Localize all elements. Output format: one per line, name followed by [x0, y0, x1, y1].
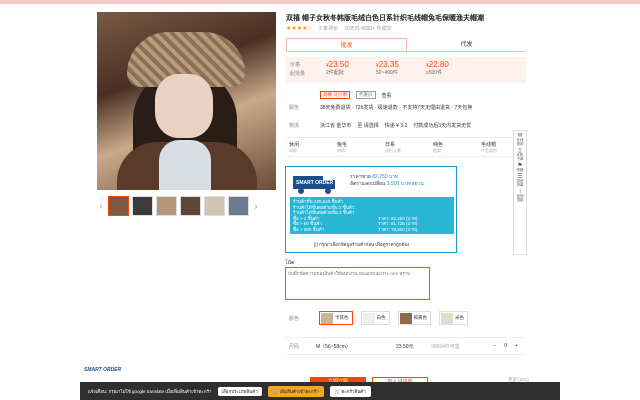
tab-dropship[interactable]: 代发	[407, 38, 526, 51]
thumbnail[interactable]	[108, 196, 129, 216]
service-badge[interactable]: 退换·订价赠	[320, 91, 350, 99]
price-tier: ¥22.80 ≥500件	[426, 57, 476, 83]
tier-info-block: ร้านค้าขั้น 225,540 ชิ้นค้า ร้านค้าได้ขั…	[290, 197, 454, 234]
thumbnail[interactable]	[180, 196, 201, 216]
add-to-cart-button[interactable]: 🛒 เพิ่มสินค้าเข้าตะกร้า	[267, 385, 324, 397]
attribute-item: 日系 流行元素	[385, 142, 401, 153]
side-toolbar: ✉ 在线咨询 ▯ 手机下单 ⚑ 举报 ☰ 加进货单 ↑ 返回顶部	[513, 130, 527, 255]
color-option[interactable]: 卡其色	[319, 311, 353, 325]
tier-qty: 2件起批	[326, 70, 344, 76]
note-textarea[interactable]	[285, 267, 430, 300]
side-item-consult[interactable]: ✉ 在线咨询	[515, 133, 525, 146]
tier-qty: 50~499件	[376, 70, 398, 76]
shipping-label: 物流	[289, 123, 300, 129]
thumbnail[interactable]	[156, 196, 177, 216]
color-label: 颜色	[289, 315, 300, 322]
rating-stars: ★★★★☆	[286, 26, 313, 32]
attribute-item: 兔毛 材质	[337, 142, 348, 153]
sale-price-label: ราคาขาย	[350, 174, 371, 180]
tier-qty: ≥500件	[426, 70, 443, 76]
attribute-item: 纯色 图案	[433, 142, 444, 153]
tier-line: ซื้อ > 50 ชิ้นค้า	[293, 221, 322, 226]
exchange-rate-label: อัตราแลกเปลี่ยน	[350, 181, 386, 187]
smartorder-brand: SMART ORDER	[296, 180, 334, 186]
side-item-report[interactable]: ⚑ 举报	[515, 163, 525, 172]
review-count[interactable]: 2 条评价	[319, 25, 338, 32]
price-label: 价格	[290, 62, 301, 68]
price-table: 价格 起批量 ¥23.50 2件起批 ¥23.35 50~499件 ¥22.80…	[286, 57, 526, 83]
decrement-button[interactable]: −	[493, 343, 496, 349]
service-value: 38天免费退货 · 72h发货 · 极速退款 · 不支持7天无理由退货 · 7天…	[320, 105, 473, 111]
size-stock: 99894件可售	[431, 343, 460, 350]
attribute-list: 休闲 风格 兔毛 材质 日系 流行元素 纯色 图案 毛线帽 产品类别	[286, 137, 526, 157]
service-badge[interactable]: 代发价	[356, 91, 376, 99]
exchange-rate-value: 3,500 บาท/หยวน	[386, 181, 424, 187]
thumbnail[interactable]	[228, 196, 249, 216]
price-tier: ¥23.35 50~499件	[376, 57, 426, 83]
quantity-stepper: − 0 +	[493, 343, 526, 349]
thumb-next-icon[interactable]: ›	[252, 201, 260, 211]
color-option[interactable]: 褐黄色	[397, 311, 431, 325]
tier-line: ซื้อ > 2 ชิ้นค้า	[293, 215, 320, 221]
shipping-note: 付款成功后3天内发货无忧	[413, 123, 472, 129]
rating-row: ★★★★☆ 2 条评价 30天内 4000+ 件成交	[286, 25, 391, 32]
tier-price-line: ราคา: 79,800 (บาท)	[378, 226, 418, 232]
service-more-link[interactable]: 查看	[382, 92, 392, 99]
shipping-carrier: 快递 ¥ 3.2	[384, 123, 408, 129]
product-main-image[interactable]	[97, 12, 276, 190]
purchase-tabs: 批发 代发	[286, 38, 526, 52]
size-label: 尺码	[289, 343, 300, 350]
service-badges-row: 退换·订价赠 代发价 查看	[289, 91, 392, 99]
tab-wholesale[interactable]: 批发	[286, 38, 407, 51]
smartorder-warning: [!] กรุณาเลือกข้อมูลร้านค้าก่อน เพื่อดูร…	[314, 242, 410, 247]
service-label: 服务	[289, 105, 300, 111]
min-qty-label: 起批量	[290, 71, 306, 77]
warning-message: แจ้งเตือน: กรุณาไม่ใช้ google translate …	[88, 388, 212, 394]
size-value: M（56~58cm）	[316, 343, 351, 350]
shipping-row: 物流 浙江省 金华市 至 请选择 快递 ¥ 3.2 付款成功后3天内发货无忧	[289, 122, 471, 129]
shipping-to-select[interactable]: 至 请选择	[357, 122, 378, 129]
attribute-item: 休闲 风格	[289, 142, 300, 153]
tier-price: 22.80	[428, 60, 449, 69]
cart-button[interactable]: 🛒 ตะกร้าสินค้า	[329, 385, 371, 397]
side-item-add[interactable]: ☰ 加进货单	[515, 174, 525, 187]
thumbnail[interactable]	[132, 196, 153, 216]
thumb-prev-icon[interactable]: ‹	[97, 201, 105, 211]
image-shirt	[159, 140, 211, 190]
sales-count: 30天内 4000+ 件成交	[344, 26, 392, 32]
shipping-from: 浙江省 金华市	[320, 123, 352, 129]
smartorder-panel: SMART ORDER ราคาขาย 82,250 บาท อัตราแลกเ…	[285, 166, 457, 253]
color-selector: 颜色 卡其色 白色 褐黄色 米色	[289, 311, 468, 325]
product-title: 双禧 帽子女秋冬韩版毛绒白色日系针织毛线帽兔毛保暖渔夫帽潮	[286, 15, 484, 22]
side-item-top[interactable]: ↑ 返回顶部	[515, 189, 525, 202]
tier-price: 23.50	[328, 60, 349, 69]
thumbnail[interactable]	[204, 196, 225, 216]
increment-button[interactable]: +	[515, 343, 518, 349]
size-price: 23.50元	[396, 343, 414, 350]
image-face	[155, 74, 213, 138]
thumbnail-strip: ‹ ›	[97, 196, 276, 216]
note-section: โน้ต	[285, 259, 457, 301]
quantity-value[interactable]: 0	[504, 343, 507, 349]
top-accent-bar	[0, 0, 640, 4]
size-row: 尺码 M（56~58cm） 23.50元 99894件可售 − 0 +	[286, 337, 526, 355]
truck-icon: SMART ORDER	[293, 176, 335, 194]
note-label: โน้ต	[285, 260, 295, 266]
category-select[interactable]: เลือกประเภทสินค้า	[217, 386, 262, 396]
price-tier: ¥23.50 2件起批	[326, 57, 376, 83]
color-option[interactable]: 米色	[439, 311, 468, 325]
side-item-mobile[interactable]: ▯ 手机下单	[515, 148, 525, 161]
sale-price-value: 82,250 บาท	[372, 174, 399, 180]
bottom-extension-bar: แจ้งเตือน: กรุณาไม่ใช้ google translate …	[80, 382, 560, 400]
tier-line: ซื้อ > 500 ชิ้นค้า	[293, 226, 325, 232]
service-row: 服务 38天免费退货 · 72h发货 · 极速退款 · 不支持7天无理由退货 ·…	[289, 104, 472, 111]
tier-price: 23.35	[378, 60, 399, 69]
color-option[interactable]: 白色	[360, 311, 390, 325]
